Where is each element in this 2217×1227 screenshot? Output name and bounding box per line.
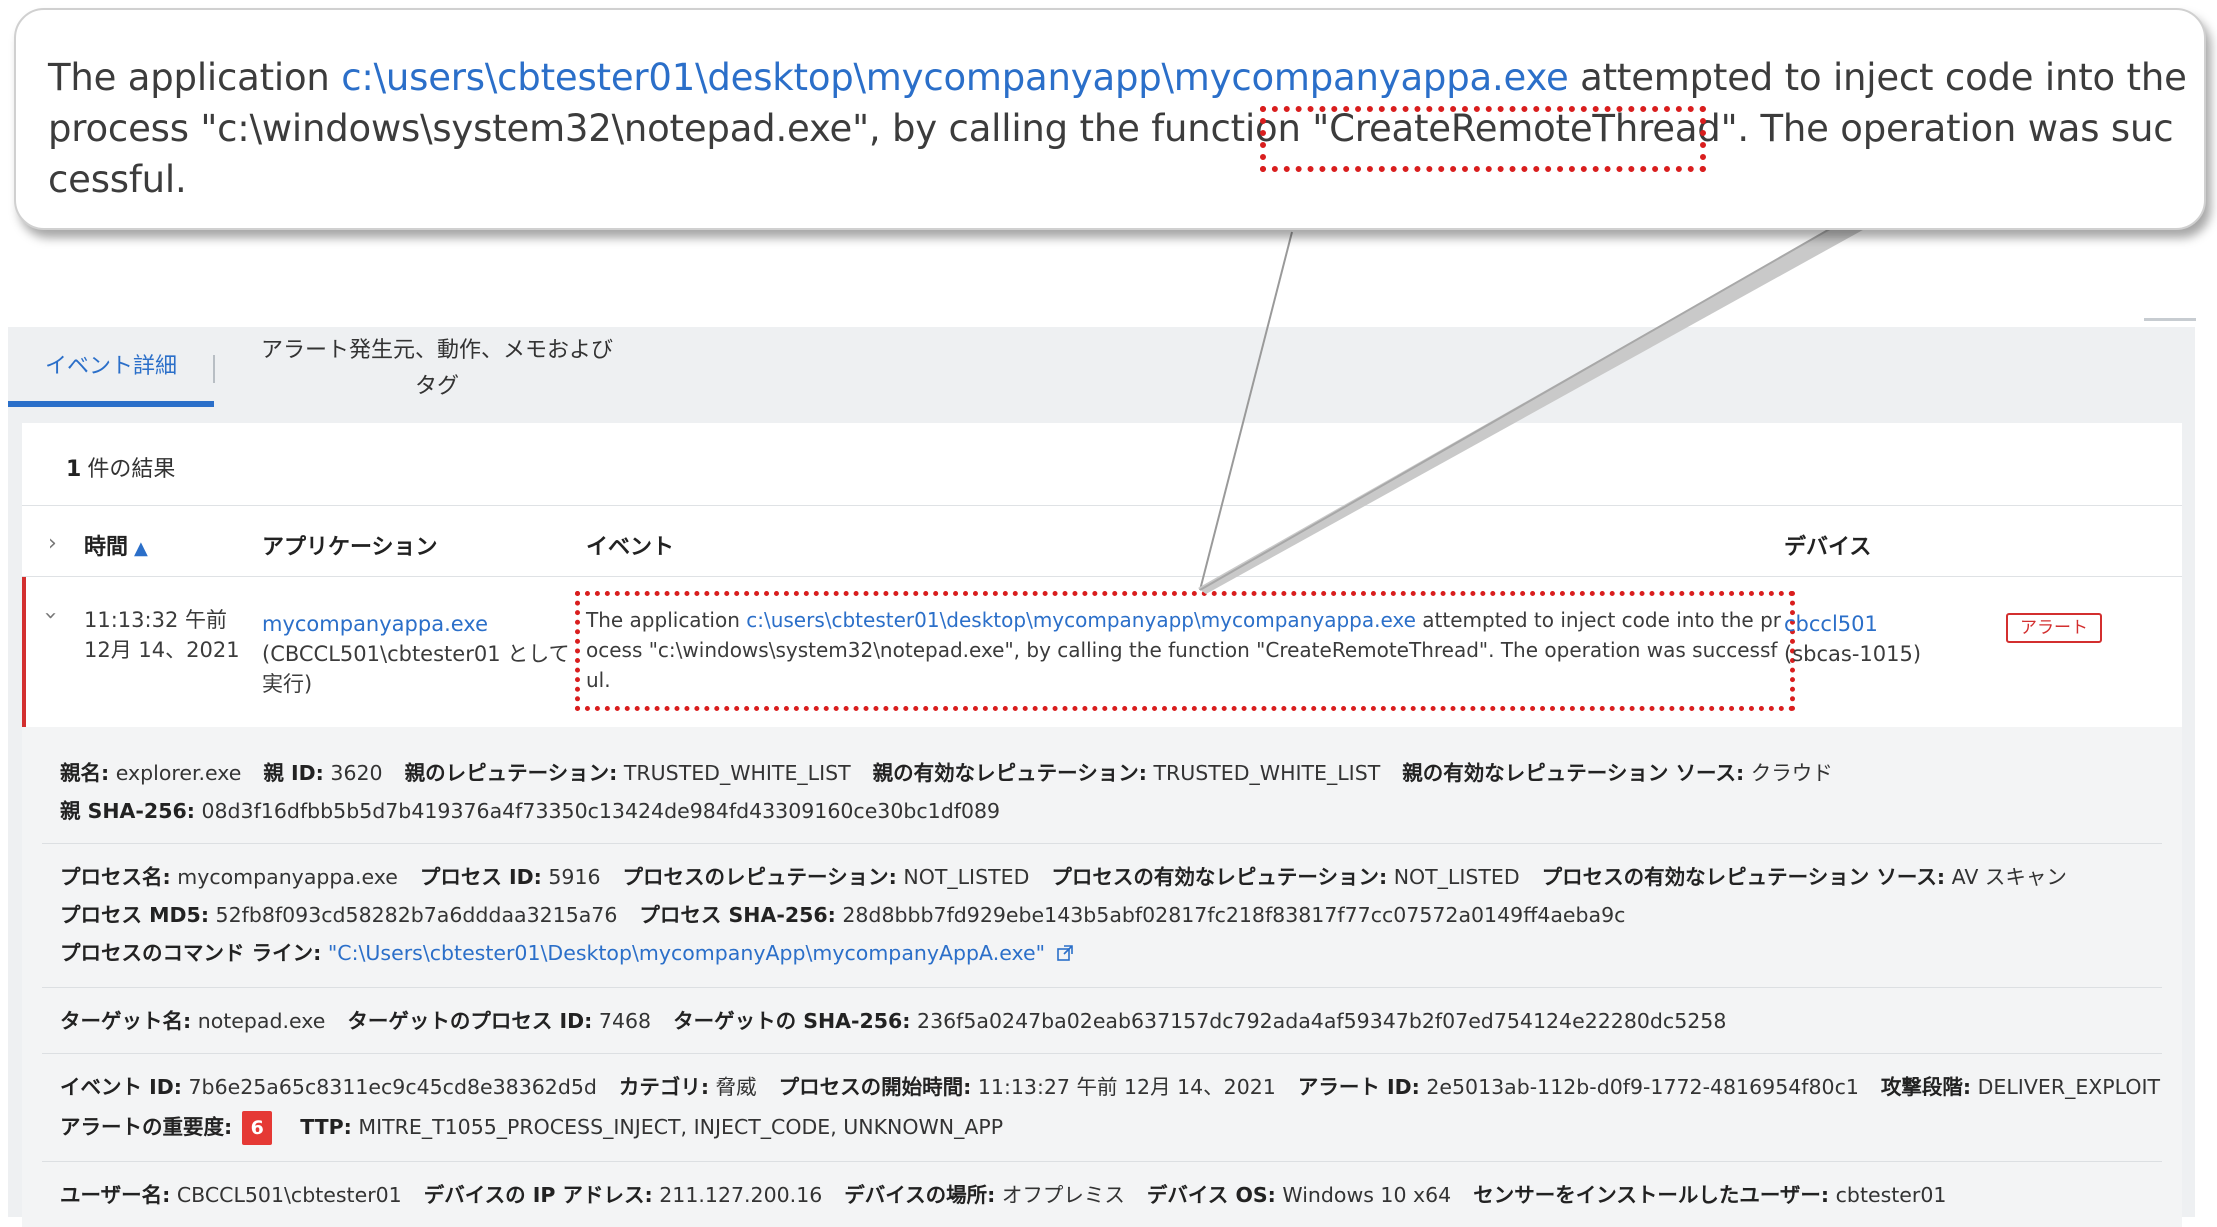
process-command-line-link[interactable]: "C:\Users\cbtester01\Desktop\mycompanyAp…	[328, 941, 1045, 965]
target-info-line: ターゲット名: notepad.exe ターゲットのプロセス ID: 7468 ター…	[60, 1009, 1727, 1033]
event-info-line1: イベント ID: 7b6e25a65c8311ec9c45cd8e38362d5…	[60, 1075, 2161, 1099]
external-link-icon[interactable]	[1057, 945, 1073, 961]
device-link[interactable]: cbccl501	[1784, 609, 1921, 639]
row-alert-accent	[22, 577, 26, 727]
device-info-line: ユーザー名: CBCCL501\cbtester01 デバイスの IP アドレス:…	[60, 1183, 1947, 1207]
callout-highlight-box	[1260, 106, 1706, 172]
panel-top-edge	[2144, 318, 2196, 321]
tab-event-details[interactable]: イベント詳細	[8, 327, 214, 407]
chevron-right-icon[interactable]: ›	[48, 531, 57, 556]
divider	[22, 505, 2182, 506]
event-device: cbccl501 (sbcas-1015)	[1784, 609, 1921, 669]
alert-badge[interactable]: アラート	[2006, 613, 2102, 643]
process-info-line1: プロセス名: mycompanyappa.exe プロセス ID: 5916 プロセ…	[60, 865, 2067, 889]
column-header-device[interactable]: デバイス	[1784, 529, 1871, 561]
event-info-line2: アラートの重要度: 6 TTP: MITRE_T1055_PROCESS_INJEC…	[60, 1111, 1003, 1145]
callout-app-path: c:\users\cbtester01\desktop\mycompanyapp…	[341, 56, 1569, 99]
divider	[42, 843, 2162, 844]
application-link[interactable]: mycompanyappa.exe	[262, 609, 572, 639]
callout-text: The application c:\users\cbtester01\desk…	[48, 56, 2187, 201]
event-time: 11:13:32 午前 12月 14、2021	[84, 608, 240, 662]
sort-ascending-icon: ▲	[134, 538, 148, 559]
parent-info-line1: 親名: explorer.exe 親 ID: 3620 親のレピュテーション: TR…	[60, 761, 1833, 785]
process-info-line2: プロセス MD5: 52fb8f093cd58282b7a6dddaa3215a…	[60, 903, 1626, 927]
chevron-down-icon[interactable]: ›	[38, 611, 63, 620]
tab-divider	[213, 355, 215, 383]
divider	[42, 1053, 2162, 1054]
zoom-callout: The application c:\users\cbtester01\desk…	[14, 8, 2206, 230]
tab-alert-origin[interactable]: アラート発生元、動作、メモおよびタグ	[252, 333, 622, 405]
event-application: mycompanyappa.exe (CBCCL501\cbtester01 と…	[262, 609, 572, 699]
results-count: 1 件の結果	[66, 457, 176, 482]
results-table: 1 件の結果 › 時間 ▲ アプリケーション イベント デバイス › 11:13:3…	[22, 423, 2182, 1227]
column-header-application[interactable]: アプリケーション	[262, 529, 438, 561]
tab-bar: イベント詳細 アラート発生元、動作、メモおよびタグ	[8, 327, 2195, 407]
table-row[interactable]: › 11:13:32 午前 12月 14、2021 mycompanyappa.…	[22, 577, 2182, 727]
divider	[42, 987, 2162, 988]
event-detail-fields: 親名: explorer.exe 親 ID: 3620 親のレピュテーション: TR…	[22, 727, 2182, 1227]
parent-info-line2: 親 SHA-256: 08d3f16dfbb5b5d7b419376a4f733…	[60, 799, 1001, 823]
process-info-line3: プロセスのコマンド ライン: "C:\Users\cbtester01\Desk…	[60, 939, 1073, 967]
tab-active-indicator	[8, 401, 214, 407]
column-header-event[interactable]: イベント	[586, 529, 674, 561]
severity-badge: 6	[242, 1111, 273, 1145]
divider	[42, 1161, 2162, 1162]
event-details-panel: イベント詳細 アラート発生元、動作、メモおよびタグ 1 件の結果 › 時間 ▲ アプ…	[8, 327, 2195, 1227]
event-highlight-box	[575, 591, 1795, 711]
column-header-time[interactable]: 時間 ▲	[84, 529, 148, 561]
